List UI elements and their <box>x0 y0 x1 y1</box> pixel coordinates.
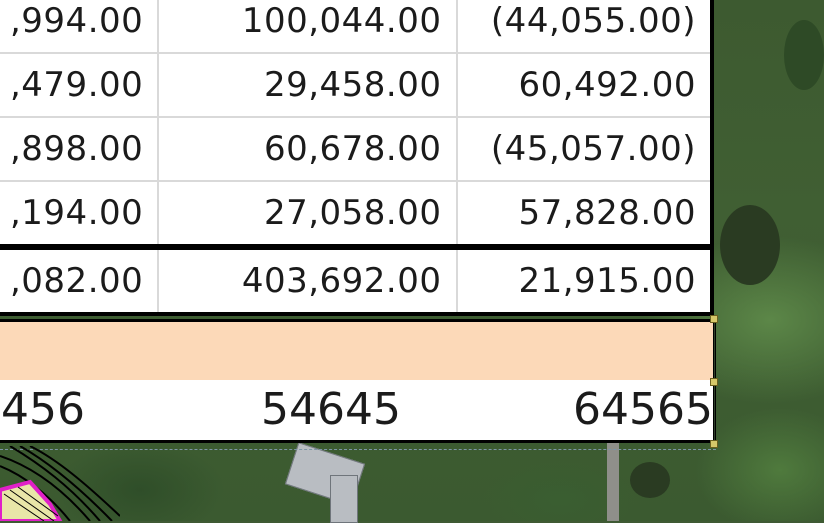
map-building <box>330 475 358 523</box>
total-cell[interactable]: ,082.00 <box>0 244 160 314</box>
map-tree <box>630 462 670 498</box>
value-cell: 54645 <box>261 384 401 435</box>
table-row: ,194.00 27,058.00 57,828.00 <box>0 181 712 248</box>
map-tree <box>720 205 780 285</box>
map-linework-graphic <box>0 446 120 521</box>
map-road <box>607 440 619 521</box>
table-row: ,898.00 60,678.00 (45,057.00) <box>0 117 712 182</box>
table-total-row: ,082.00 403,692.00 21,915.00 <box>0 244 712 314</box>
total-cell[interactable]: 21,915.00 <box>456 244 712 314</box>
table-cell[interactable]: ,479.00 <box>0 53 160 118</box>
table-cell[interactable]: ,194.00 <box>0 181 160 248</box>
resize-handle-bottom-right[interactable] <box>710 440 718 448</box>
table-row: ,994.00 100,044.00 (44,055.00) <box>0 0 712 54</box>
table-cell[interactable]: ,994.00 <box>0 0 160 54</box>
table-cell[interactable]: (44,055.00) <box>456 0 712 54</box>
resize-handle-right[interactable] <box>710 378 718 386</box>
table-cell[interactable]: 60,492.00 <box>456 53 712 118</box>
table-cell[interactable]: 27,058.00 <box>158 181 458 248</box>
value-cell: 456 <box>1 384 85 435</box>
resize-handle-top-right[interactable] <box>710 315 718 323</box>
table-row: ,479.00 29,458.00 60,492.00 <box>0 53 712 118</box>
table-cell[interactable]: 60,678.00 <box>158 117 458 182</box>
financial-table: ,994.00 100,044.00 (44,055.00) ,479.00 2… <box>0 0 714 316</box>
table-cell[interactable]: 29,458.00 <box>158 53 458 118</box>
total-cell[interactable]: 403,692.00 <box>158 244 458 314</box>
table-cell[interactable]: (45,057.00) <box>456 117 712 182</box>
map-tree <box>784 20 824 90</box>
table-cell[interactable]: 57,828.00 <box>456 181 712 248</box>
value-cell: 64565 <box>573 384 713 435</box>
table-cell[interactable]: ,898.00 <box>0 117 160 182</box>
peach-header-bar[interactable] <box>0 319 716 383</box>
table-cell[interactable]: 100,044.00 <box>158 0 458 54</box>
lower-values-row[interactable]: 456 54645 64565 <box>0 380 716 443</box>
